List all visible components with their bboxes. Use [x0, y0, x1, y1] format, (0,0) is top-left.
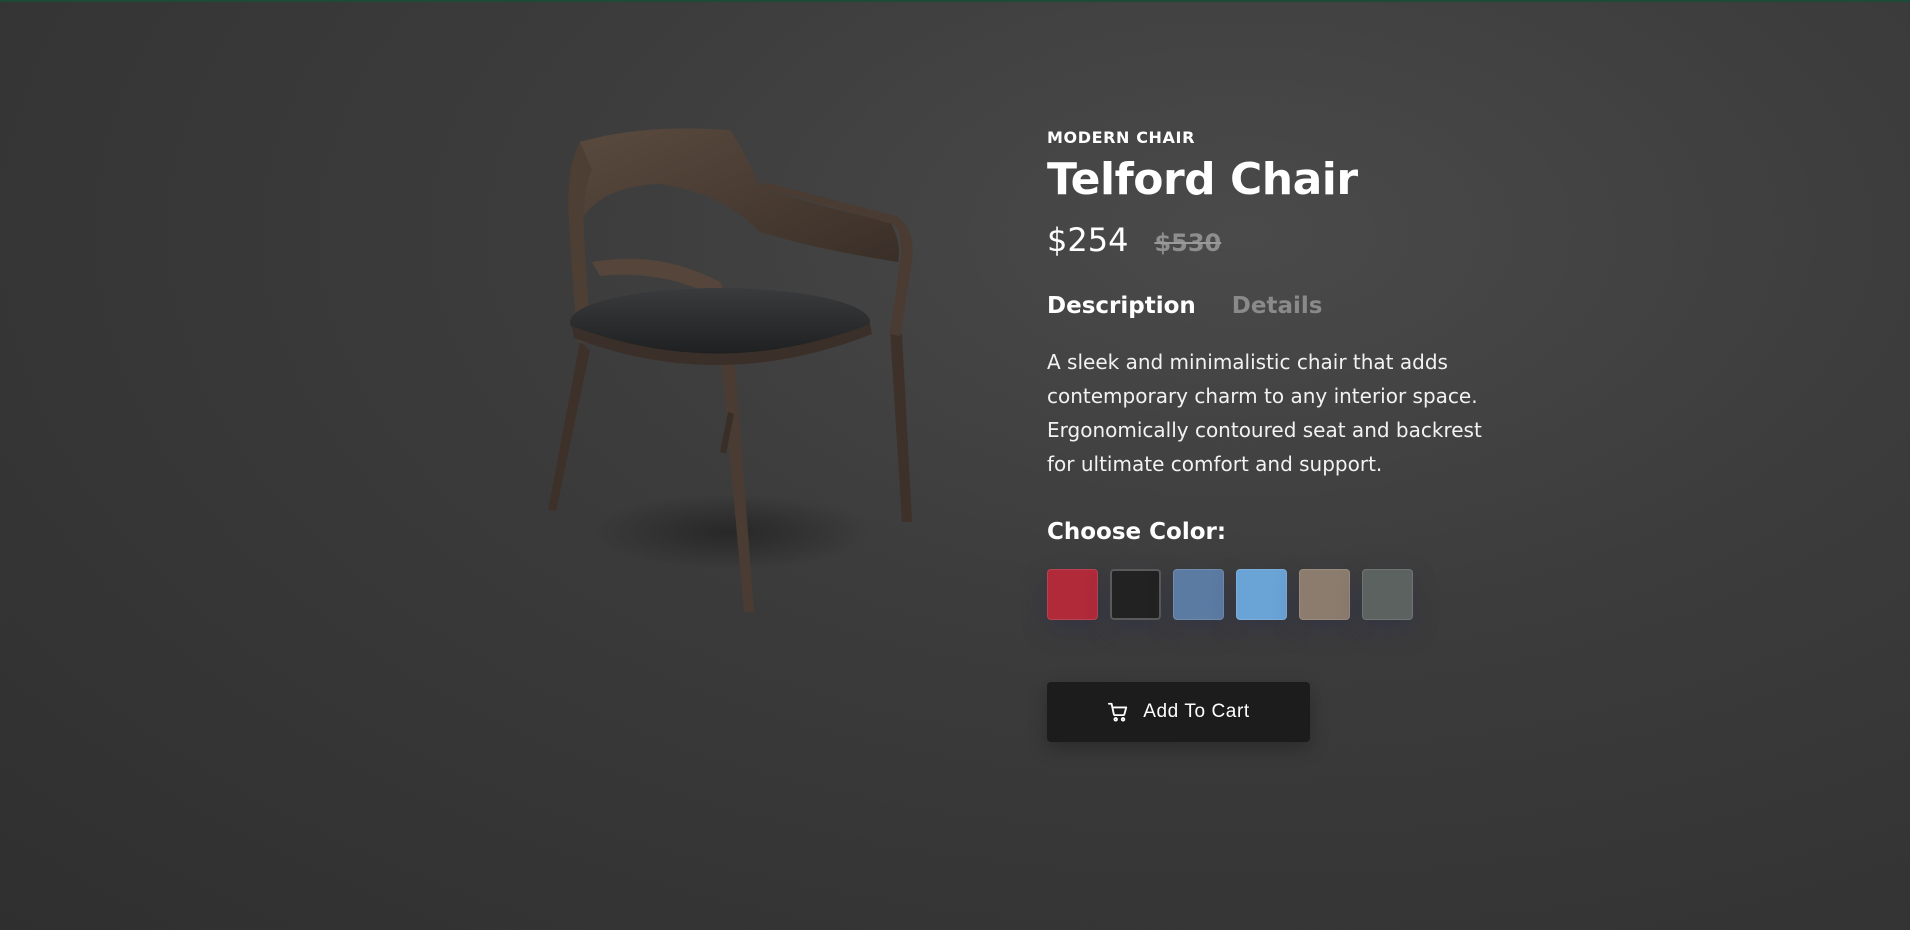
color-swatch-red[interactable]	[1047, 569, 1098, 621]
info-tabs: Description Details	[1047, 293, 1507, 319]
original-price: $530	[1154, 229, 1222, 258]
chair-product-image	[520, 112, 960, 632]
color-swatch-taupe[interactable]	[1299, 569, 1350, 621]
add-to-cart-button[interactable]: Add To Cart	[1047, 682, 1310, 743]
color-swatch-gray[interactable]	[1362, 569, 1413, 621]
add-to-cart-label: Add To Cart	[1143, 701, 1250, 723]
price-row: $254 $530	[1047, 221, 1507, 259]
cart-icon	[1107, 701, 1129, 723]
product-category: MODERN CHAIR	[1047, 128, 1196, 147]
color-swatch-black[interactable]	[1110, 569, 1161, 621]
tab-description[interactable]: Description	[1047, 293, 1196, 319]
product-description: A sleek and minimalistic chair that adds…	[1047, 350, 1482, 477]
product-title: Telford Chair	[1047, 154, 1358, 205]
product-page: MODERN CHAIR Telford Chair $254 $530 Des…	[0, 2, 1910, 930]
choose-color-label: Choose Color:	[1047, 519, 1227, 546]
tab-details[interactable]: Details	[1232, 293, 1323, 319]
color-swatch-light-blue[interactable]	[1236, 569, 1287, 621]
current-price: $254	[1047, 221, 1129, 260]
color-swatch-denim[interactable]	[1173, 569, 1224, 621]
color-swatches	[1047, 569, 1507, 621]
product-details-panel: MODERN CHAIR Telford Chair $254 $530 Des…	[1047, 128, 1507, 743]
